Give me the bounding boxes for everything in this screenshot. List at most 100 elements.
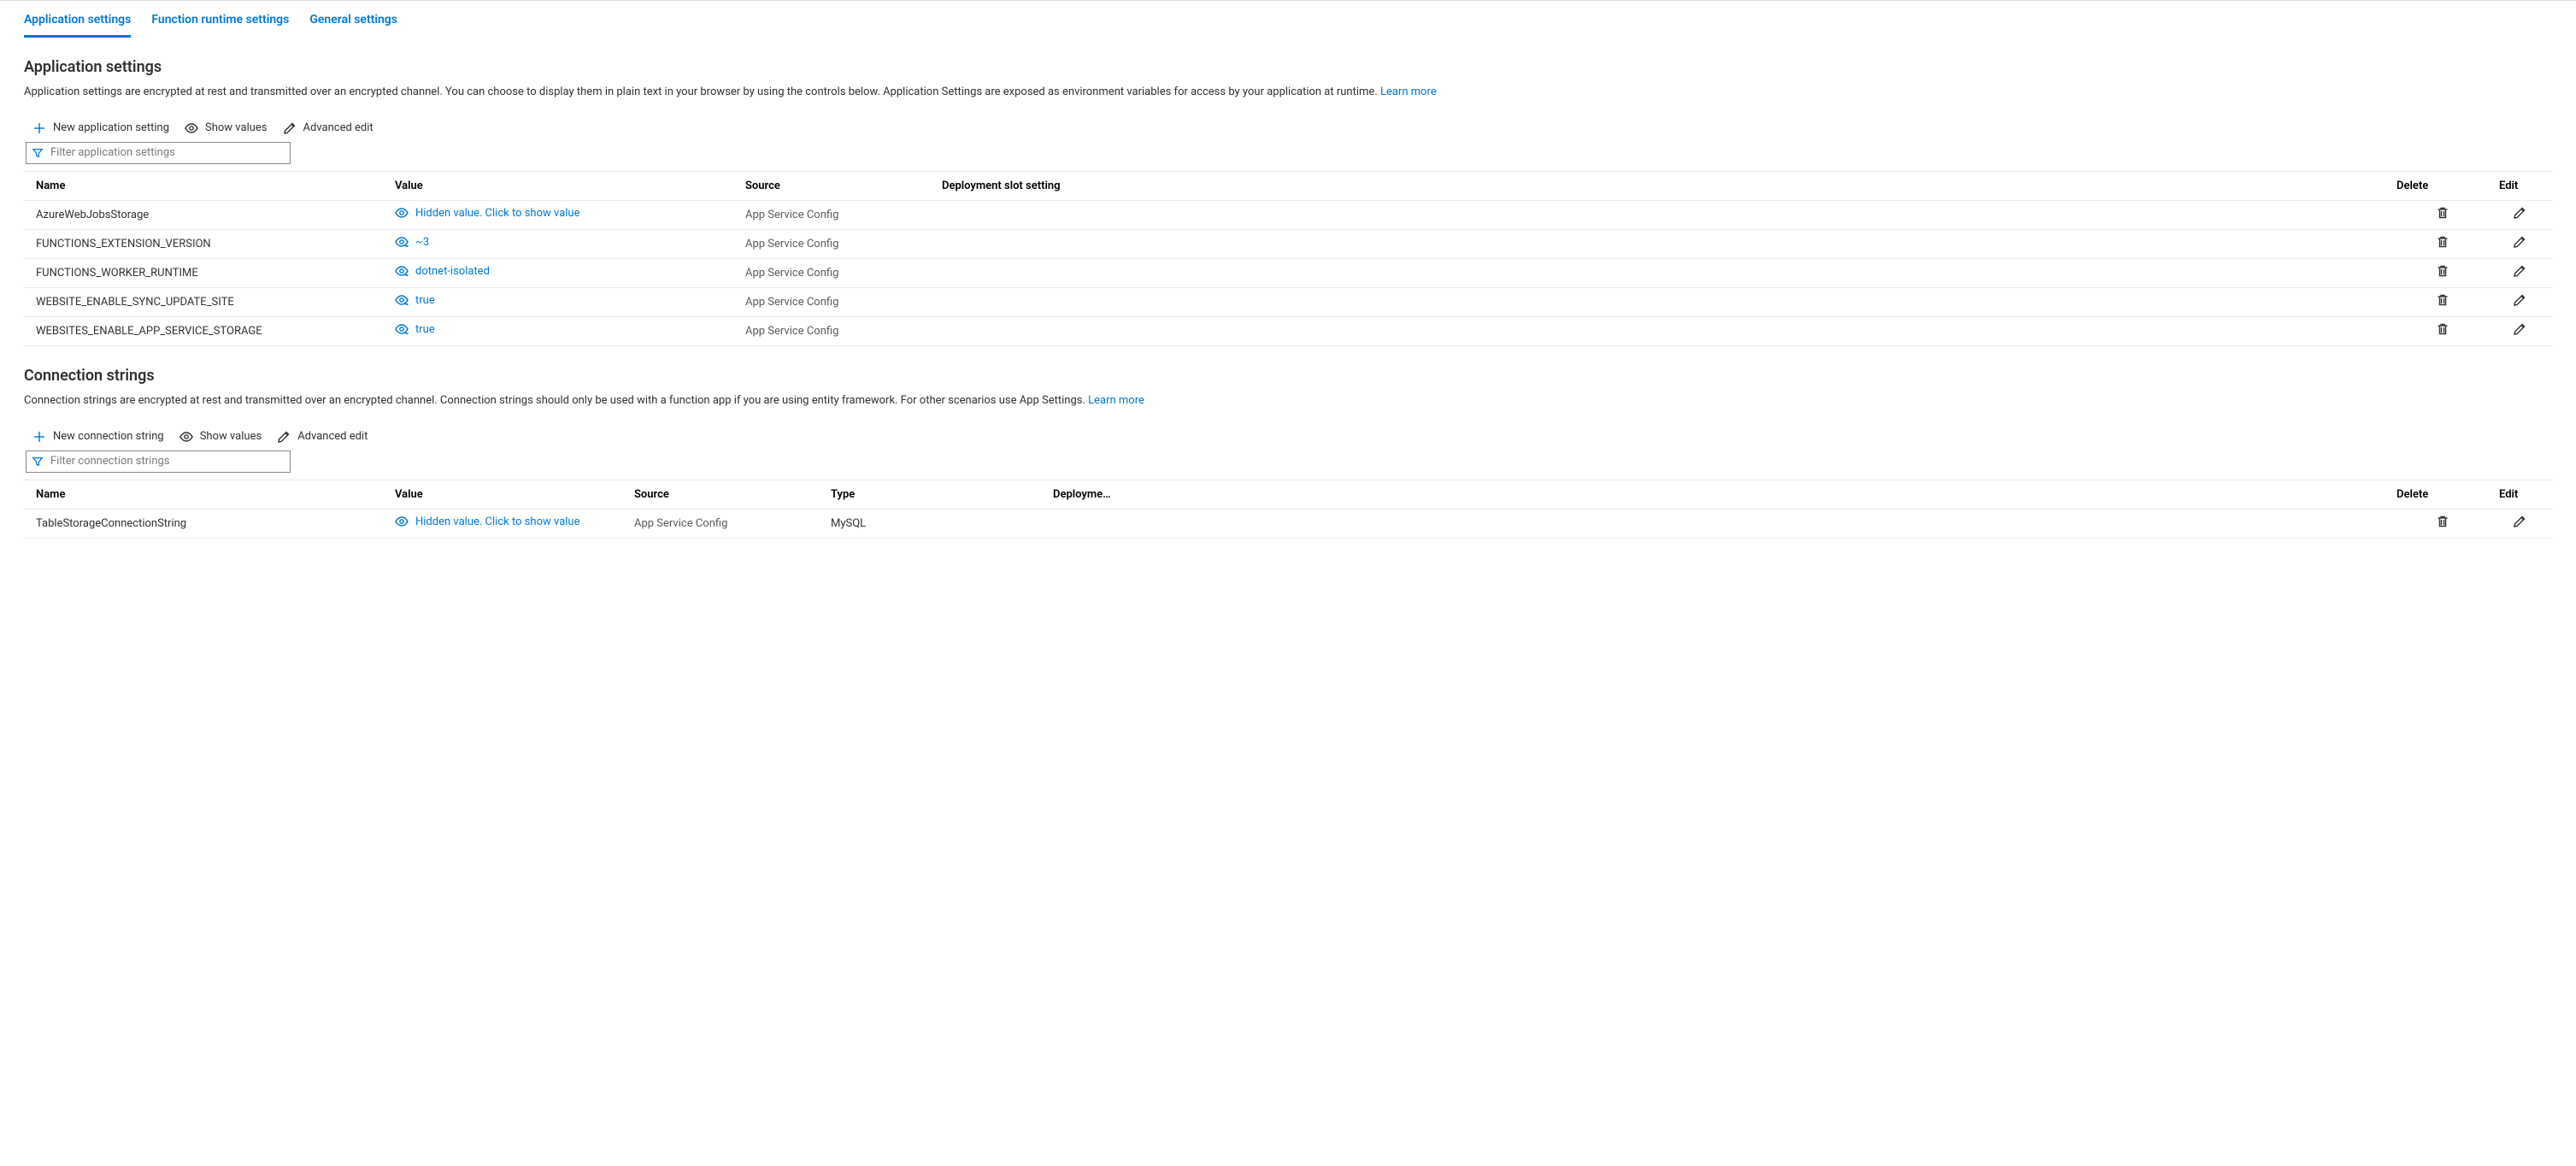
pencil-icon [2513, 206, 2526, 220]
pencil-icon [277, 430, 291, 444]
conn-strings-description: Connection strings are encrypted at rest… [24, 393, 2552, 409]
setting-source: App Service Config [740, 320, 937, 343]
delete-button[interactable] [2436, 264, 2450, 278]
advanced-edit-button[interactable]: Advanced edit [277, 430, 368, 444]
pencil-icon [2513, 515, 2526, 528]
delete-button[interactable] [2436, 235, 2450, 249]
value-toggle[interactable]: true [395, 322, 435, 336]
pencil-icon [283, 121, 297, 135]
col-value[interactable]: Value [390, 174, 740, 197]
col-type[interactable]: Type [826, 483, 1048, 506]
table-row: WEBSITE_ENABLE_SYNC_UPDATE_SITE true App… [24, 288, 2552, 317]
col-edit: Edit [2494, 174, 2545, 197]
edit-button[interactable] [2513, 515, 2526, 528]
table-row: AzureWebJobsStorage Hidden value. Click … [24, 201, 2552, 230]
app-settings-filter[interactable] [26, 142, 291, 164]
value-toggle[interactable]: ~3 [395, 235, 429, 249]
edit-button[interactable] [2513, 322, 2526, 336]
setting-slot [937, 268, 2391, 278]
conn-strings-learn-more-link[interactable]: Learn more [1088, 394, 1144, 407]
col-slot[interactable]: Deployme… [1048, 483, 2391, 506]
setting-name[interactable]: WEBSITE_ENABLE_SYNC_UPDATE_SITE [31, 291, 390, 314]
setting-value: ~3 [415, 236, 429, 249]
plus-icon [32, 121, 46, 135]
col-value[interactable]: Value [390, 483, 629, 506]
delete-button[interactable] [2436, 515, 2450, 528]
show-values-button[interactable]: Show values [179, 430, 262, 444]
setting-slot [937, 238, 2391, 249]
col-edit: Edit [2494, 483, 2545, 506]
conn-strings-table: Name Value Source Type Deployme… Delete … [24, 480, 2552, 539]
tab-function-runtime-settings[interactable]: Function runtime settings [151, 13, 289, 38]
delete-button[interactable] [2436, 293, 2450, 307]
delete-button[interactable] [2436, 206, 2450, 220]
eye-hide-icon [395, 264, 409, 278]
delete-button[interactable] [2436, 322, 2450, 336]
table-row: TableStorageConnectionString Hidden valu… [24, 509, 2552, 539]
conn-name[interactable]: TableStorageConnectionString [31, 512, 390, 535]
app-settings-toolbar: New application setting Show values Adva… [24, 118, 2552, 140]
eye-hide-icon [395, 293, 409, 307]
new-connection-string-label: New connection string [53, 430, 164, 443]
setting-source: App Service Config [740, 262, 937, 285]
conn-source: App Service Config [629, 512, 826, 535]
edit-button[interactable] [2513, 264, 2526, 278]
plus-icon [32, 430, 46, 444]
edit-button[interactable] [2513, 235, 2526, 249]
setting-source: App Service Config [740, 291, 937, 314]
table-row: WEBSITES_ENABLE_APP_SERVICE_STORAGE true… [24, 317, 2552, 346]
app-settings-learn-more-link[interactable]: Learn more [1380, 85, 1437, 98]
eye-hide-icon [395, 235, 409, 249]
setting-name[interactable]: AzureWebJobsStorage [31, 203, 390, 227]
col-delete: Delete [2391, 174, 2494, 197]
app-settings-filter-input[interactable] [49, 145, 285, 160]
setting-name[interactable]: FUNCTIONS_WORKER_RUNTIME [31, 262, 390, 285]
app-settings-description: Application settings are encrypted at re… [24, 85, 2552, 101]
edit-button[interactable] [2513, 293, 2526, 307]
col-source[interactable]: Source [629, 483, 826, 506]
new-application-setting-button[interactable]: New application setting [32, 121, 169, 135]
tab-general-settings[interactable]: General settings [309, 13, 397, 38]
col-source[interactable]: Source [740, 174, 937, 197]
advanced-edit-label: Advanced edit [297, 430, 368, 443]
col-delete: Delete [2391, 483, 2494, 506]
show-values-button[interactable]: Show values [185, 121, 268, 135]
col-name[interactable]: Name [31, 483, 390, 506]
conn-strings-table-header: Name Value Source Type Deployme… Delete … [24, 480, 2552, 509]
app-settings-table-header: Name Value Source Deployment slot settin… [24, 172, 2552, 201]
setting-name[interactable]: WEBSITES_ENABLE_APP_SERVICE_STORAGE [31, 320, 390, 343]
conn-strings-filter-input[interactable] [49, 454, 285, 468]
hidden-value-toggle[interactable]: Hidden value. Click to show value [395, 515, 579, 528]
app-settings-table: Name Value Source Deployment slot settin… [24, 171, 2552, 346]
tabs: Application settings Function runtime se… [24, 1, 2552, 38]
eye-icon [185, 121, 198, 135]
advanced-edit-button[interactable]: Advanced edit [283, 121, 373, 135]
conn-strings-title: Connection strings [24, 367, 2552, 385]
table-row: FUNCTIONS_EXTENSION_VERSION ~3 App Servi… [24, 230, 2552, 259]
eye-hide-icon [395, 322, 409, 336]
conn-type: MySQL [826, 512, 1048, 535]
setting-name[interactable]: FUNCTIONS_EXTENSION_VERSION [31, 233, 390, 256]
show-values-label: Show values [205, 121, 268, 134]
col-name[interactable]: Name [31, 174, 390, 197]
value-toggle[interactable]: dotnet-isolated [395, 264, 490, 278]
hidden-value-text: Hidden value. Click to show value [415, 207, 579, 220]
col-slot[interactable]: Deployment slot setting [937, 174, 2391, 197]
setting-value: dotnet-isolated [415, 265, 490, 278]
setting-slot [937, 326, 2391, 336]
setting-value: true [415, 323, 435, 336]
value-toggle[interactable]: true [395, 293, 435, 307]
setting-source: App Service Config [740, 203, 937, 227]
trash-icon [2436, 206, 2450, 220]
setting-source: App Service Config [740, 233, 937, 256]
setting-slot [937, 209, 2391, 220]
new-connection-string-button[interactable]: New connection string [32, 430, 164, 444]
eye-icon [395, 515, 409, 528]
conn-strings-filter[interactable] [26, 450, 291, 473]
edit-button[interactable] [2513, 206, 2526, 220]
tab-application-settings[interactable]: Application settings [24, 13, 131, 38]
pencil-icon [2513, 322, 2526, 336]
trash-icon [2436, 235, 2450, 249]
hidden-value-toggle[interactable]: Hidden value. Click to show value [395, 206, 579, 220]
conn-strings-description-text: Connection strings are encrypted at rest… [24, 394, 1088, 407]
